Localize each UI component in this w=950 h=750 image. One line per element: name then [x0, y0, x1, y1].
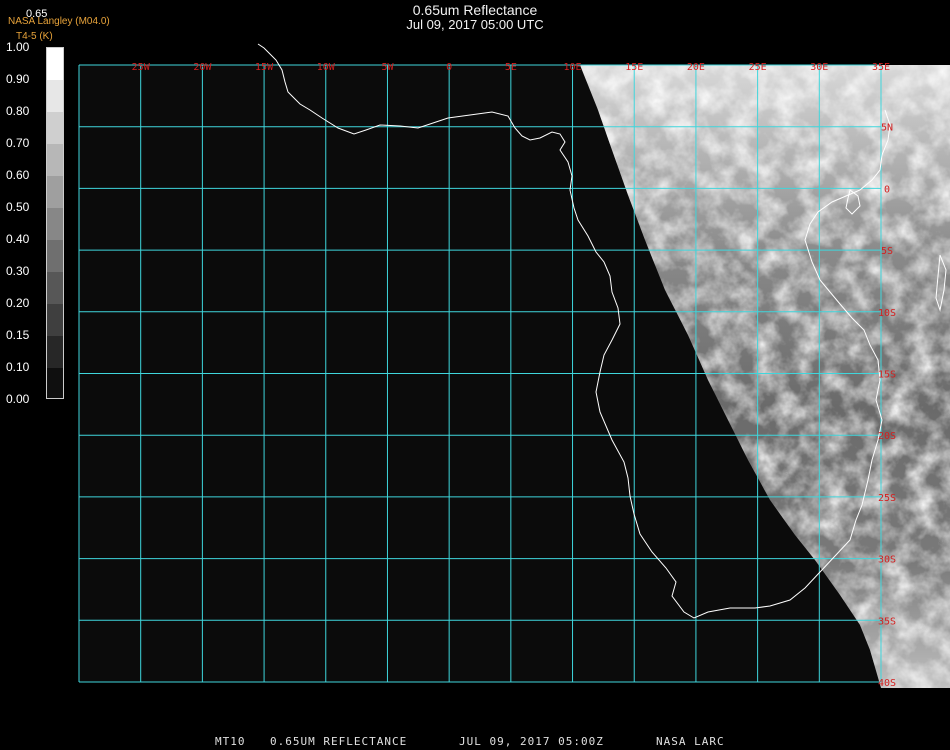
longitude-label: 25W: [132, 62, 151, 73]
longitude-label: 20E: [687, 62, 705, 73]
latitude-label: 0: [884, 184, 890, 195]
longitude-label: 25E: [749, 62, 767, 73]
latitude-label: 20S: [878, 431, 896, 442]
latitude-label: 10S: [878, 308, 896, 319]
footer-datetime: JUL 09, 2017 05:00Z: [459, 735, 604, 748]
longitude-label: 15W: [255, 62, 274, 73]
longitude-label: 0: [446, 62, 452, 73]
latitude-label: 15S: [878, 370, 896, 381]
longitude-label: 30E: [810, 62, 828, 73]
latitude-label: 25S: [878, 493, 896, 504]
longitude-label: 15E: [625, 62, 643, 73]
longitude-label: 10E: [564, 62, 582, 73]
latitude-label: 35S: [878, 616, 896, 627]
longitude-label: 10W: [317, 62, 336, 73]
latitude-label: 30S: [878, 555, 896, 566]
longitude-label: 5E: [505, 62, 517, 73]
footer-product: MT10: [215, 735, 246, 748]
latitude-label: 5S: [881, 246, 893, 257]
footer-org: NASA LARC: [656, 735, 725, 748]
latitude-label: 5N: [881, 123, 893, 134]
longitude-label: 35E: [872, 62, 890, 73]
longitude-label: 5W: [381, 62, 394, 73]
footer-band: 0.65UM REFLECTANCE: [270, 735, 408, 748]
longitude-label: 20W: [193, 62, 212, 73]
latitude-label: 40S: [878, 678, 896, 689]
satellite-map: 25W 20W 15W 10W 5W 0 5E 10E 15E 20E 25E 30E 35E 5N 0 5…: [78, 43, 950, 689]
